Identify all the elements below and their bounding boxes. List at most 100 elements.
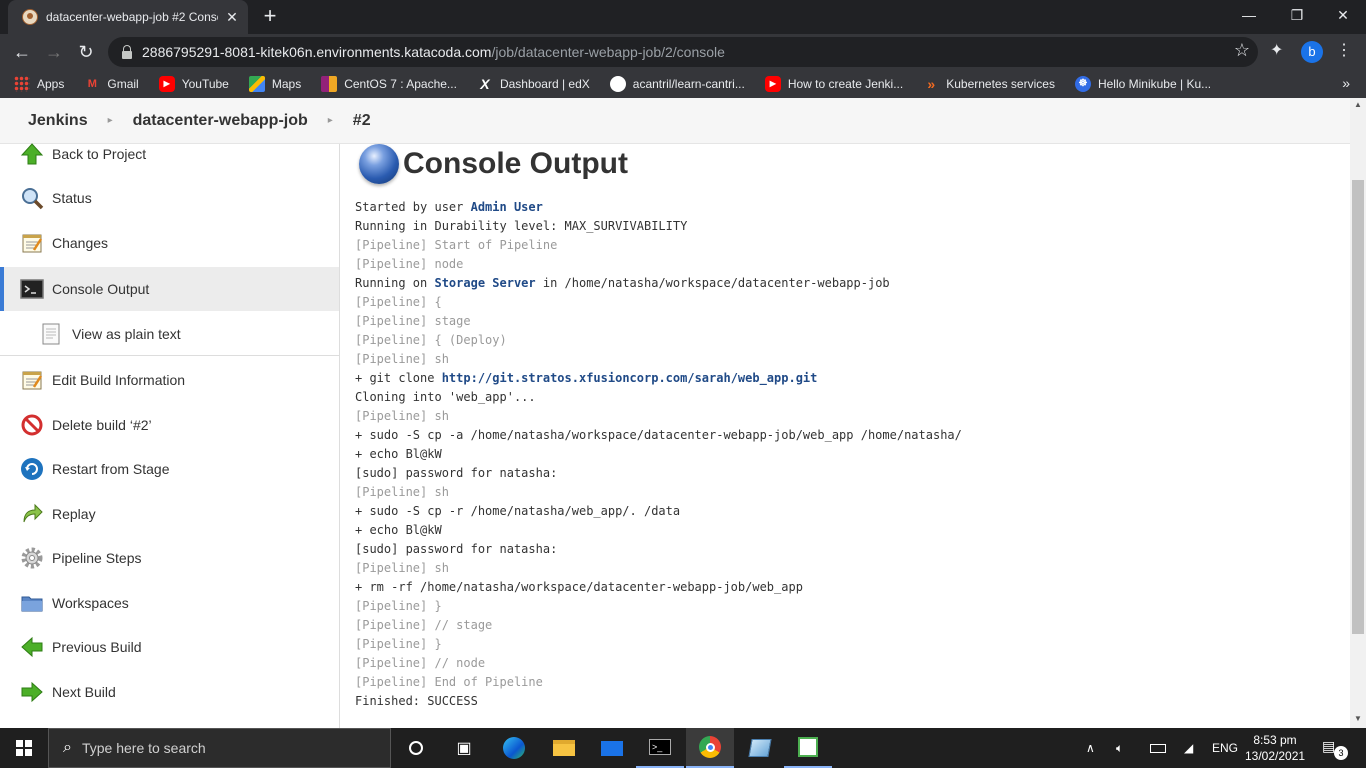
maps-icon [248, 76, 265, 92]
console-line: [Pipeline] } [355, 637, 442, 651]
search-placeholder: Type here to search [81, 740, 206, 756]
language-indicator[interactable]: ENG [1212, 728, 1238, 768]
youtube-icon: ▶ [158, 76, 175, 92]
sidebar-item-next-build[interactable]: Next Build [0, 670, 339, 714]
url-host: 2886795291-8081-kitek06n.environments.ka… [142, 44, 492, 60]
back-arrow-icon[interactable]: ← [10, 40, 34, 64]
bookmark-centos[interactable]: CentOS 7 : Apache... [321, 76, 457, 92]
start-button[interactable] [0, 728, 48, 768]
edx-icon: X [480, 76, 490, 92]
bookmark-star-icon[interactable]: ☆ [1234, 40, 1250, 61]
scroll-down-icon[interactable]: ▼ [1354, 714, 1362, 723]
bookmark-maps[interactable]: Maps [248, 76, 301, 92]
window-close-icon[interactable]: ✕ [1320, 0, 1366, 30]
sidebar-item-status[interactable]: Status [0, 176, 339, 220]
notepad-app-icon[interactable] [784, 728, 832, 768]
battery-icon[interactable] [1150, 728, 1166, 768]
breadcrumb-job[interactable]: datacenter-webapp-job [133, 112, 308, 130]
clock-date: 13/02/2021 [1245, 749, 1306, 763]
scroll-up-icon[interactable]: ▲ [1354, 100, 1362, 109]
reload-icon[interactable]: ↻ [74, 40, 98, 64]
sidebar-item-view-plain-text[interactable]: View as plain text [0, 312, 339, 356]
taskbar-search[interactable]: ⌕ Type here to search [48, 728, 391, 768]
breadcrumb-build[interactable]: #2 [353, 112, 371, 130]
bookmark-apps[interactable]: Apps [14, 76, 64, 92]
breadcrumb-chevron-icon: ▸ [107, 115, 113, 126]
console-line: [Pipeline] sh [355, 561, 449, 575]
sidebar-item-previous-build[interactable]: Previous Build [0, 625, 339, 669]
centos-icon [321, 76, 338, 92]
bookmark-github[interactable]: acantril/learn-cantri... [609, 76, 745, 92]
virtualbox-icon[interactable] [736, 728, 784, 768]
document-icon [42, 323, 60, 344]
terminal-app-icon[interactable]: >_ [636, 728, 684, 768]
sidebar-item-restart-from-stage[interactable]: Restart from Stage [0, 447, 339, 491]
sidebar: Back to Project Status Changes Console O… [0, 143, 340, 728]
scrollbar-thumb[interactable] [1352, 180, 1364, 634]
bookmarks-overflow-icon[interactable]: » [1342, 75, 1350, 91]
sidebar-item-delete-build[interactable]: Delete build ‘#2’ [0, 403, 339, 447]
console-output-heading: Console Output [403, 147, 628, 180]
console-line: Cloning into 'web_app'... [355, 390, 536, 404]
bookmark-gmail[interactable]: M Gmail [84, 76, 139, 92]
bookmark-youtube[interactable]: ▶ YouTube [158, 76, 229, 92]
bookmark-edx[interactable]: X Dashboard | edX [477, 76, 590, 92]
main-content: Console Output Started by user Admin Use… [355, 144, 1335, 728]
console-line: Started by user Admin User [355, 200, 543, 214]
tab-close-icon[interactable]: ✕ [224, 9, 240, 26]
node-link[interactable]: Storage Server [434, 276, 535, 290]
show-hidden-icons-icon[interactable]: ∧ [1086, 728, 1095, 768]
console-line: Running in Durability level: MAX_SURVIVA… [355, 219, 688, 233]
console-line: [Pipeline] } [355, 599, 442, 613]
user-link[interactable]: Admin User [471, 200, 543, 214]
bookmark-icon: » [927, 76, 936, 92]
url-path: /job/datacenter-webapp-job/2/console [491, 44, 725, 60]
console-line: + echo Bl@kW [355, 523, 442, 537]
console-line: + sudo -S cp -r /home/natasha/web_app/. … [355, 504, 681, 518]
new-tab-button[interactable]: + [258, 5, 282, 27]
address-bar[interactable]: 2886795291-8081-kitek06n.environments.ka… [108, 37, 1258, 67]
console-line: [Pipeline] { [355, 295, 442, 309]
page-scrollbar[interactable]: ▲ ▼ [1350, 98, 1366, 728]
volume-icon[interactable]: 🔈︎ [1116, 728, 1123, 768]
sidebar-item-replay[interactable]: Replay [0, 492, 339, 536]
console-globe-icon [359, 144, 399, 184]
notification-center-icon[interactable]: ▤ 3 [1322, 738, 1348, 760]
sidebar-item-pipeline-steps[interactable]: Pipeline Steps [0, 536, 339, 580]
console-line: [Pipeline] sh [355, 409, 449, 423]
notification-count: 3 [1334, 746, 1348, 760]
restore-icon[interactable]: ❐ [1274, 0, 1320, 30]
sidebar-item-edit-build-information[interactable]: Edit Build Information [0, 358, 339, 402]
minimize-icon[interactable]: — [1226, 0, 1272, 30]
sidebar-item-console-output[interactable]: Console Output [0, 267, 339, 311]
bookmark-kubernetes-services[interactable]: » Kubernetes services [923, 76, 1055, 92]
sidebar-item-workspaces[interactable]: Workspaces [0, 581, 339, 625]
edge-icon[interactable] [490, 728, 538, 768]
file-explorer-icon[interactable] [540, 728, 588, 768]
wifi-icon[interactable]: ◢ [1184, 728, 1193, 768]
browser-tab[interactable]: datacenter-webapp-job #2 Console Output … [8, 0, 248, 34]
console-line: + git clone http://git.stratos.xfusionco… [355, 371, 818, 385]
terminal-icon [20, 279, 44, 299]
sidebar-item-changes[interactable]: Changes [0, 221, 339, 265]
cortana-icon[interactable] [392, 728, 440, 768]
sidebar-item-back-to-project[interactable]: Back to Project [0, 132, 339, 176]
chrome-icon[interactable] [686, 728, 734, 768]
git-repo-link[interactable]: http://git.stratos.xfusioncorp.com/sarah… [442, 371, 818, 385]
jenkins-favicon-icon [22, 9, 38, 25]
left-arrow-icon [21, 636, 43, 658]
browser-menu-icon[interactable]: ⋮ [1336, 40, 1352, 60]
profile-avatar[interactable]: b [1301, 41, 1323, 63]
kubernetes-icon: ☸ [1074, 76, 1091, 92]
restart-icon [21, 458, 43, 480]
breadcrumb-jenkins[interactable]: Jenkins [28, 112, 88, 130]
extensions-puzzle-icon[interactable]: ✦ [1270, 40, 1283, 60]
forward-arrow-icon[interactable]: → [42, 40, 66, 64]
mail-icon[interactable] [588, 728, 636, 768]
task-view-icon[interactable]: ▣ [440, 728, 488, 768]
bookmark-jenkins-video[interactable]: ▶ How to create Jenki... [764, 76, 903, 92]
console-line: + rm -rf /home/natasha/workspace/datacen… [355, 580, 803, 594]
page-title: Console Output [359, 144, 628, 184]
bookmark-hello-minikube[interactable]: ☸ Hello Minikube | Ku... [1074, 76, 1211, 92]
system-clock[interactable]: 8:53 pm 13/02/2021 [1245, 732, 1305, 764]
